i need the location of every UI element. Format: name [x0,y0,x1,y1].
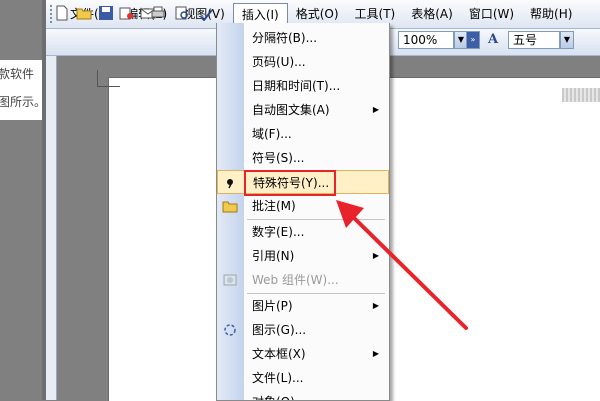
toolbar-options-icon[interactable]: » [466,31,480,49]
menu-item-break[interactable]: 分隔符(B)... [217,26,389,50]
menu-item-object[interactable]: 对象(O)... [217,390,389,400]
zoom-combobox[interactable]: 100% [398,31,454,49]
page-margin-mark [97,70,98,87]
menu-item-date-time[interactable]: 日期和时间(T)... [217,74,389,98]
spelling-icon[interactable] [198,5,214,21]
submenu-arrow-icon: ▶ [372,105,379,114]
menu-item-label: 文件(L)... [252,371,304,385]
vertical-ruler [46,56,57,400]
page-texture [562,88,600,102]
menu-window[interactable]: 窗口(W) [461,3,522,25]
menu-item-file[interactable]: 文件(L)... [217,366,389,390]
menu-item-label: Web 组件(W)... [252,273,339,287]
menu-item-label: 引用(N) [252,249,295,263]
special-symbol-icon [227,179,233,189]
menu-item-page-numbers[interactable]: 页码(U)... [217,50,389,74]
font-style-icon[interactable]: A [488,32,498,47]
open-folder-icon[interactable] [76,5,92,21]
permission-icon[interactable] [118,5,134,21]
annotation-arrow-icon [336,200,468,330]
menu-item-label: 对象(O)... [252,390,306,400]
page-margin-mark [98,86,120,87]
submenu-arrow-icon: ▶ [372,349,379,358]
menu-item-autotext[interactable]: 自动图文集(A) ▶ [217,98,389,122]
watermark-logo: Bai 经验 [440,342,531,367]
web-component-icon [223,274,237,286]
font-size-combobox[interactable]: 五号 [508,31,560,49]
menu-item-label: 图示(G)... [252,323,307,337]
residue-line: 款软件 [0,67,35,81]
menu-item-label: 自动图文集(A) [252,103,330,117]
residue-line: 图所示。 [0,95,42,109]
comment-folder-icon [222,201,238,213]
menu-item-label: 域(F)... [252,127,292,141]
menu-item-label: 日期和时间(T)... [252,79,341,93]
menu-item-label: 符号(S)... [252,151,305,165]
menu-item-label: 数字(E)... [252,225,305,239]
menu-item-field[interactable]: 域(F)... [217,122,389,146]
print-icon[interactable] [150,5,166,21]
menu-item-label: 分隔符(B)... [252,31,318,45]
menu-help[interactable]: 帮助(H) [522,3,580,25]
menu-item-label: 图片(P) [252,299,293,313]
watermark-url: jingyan.baidu.com [470,370,563,381]
print-preview-icon[interactable] [174,5,190,21]
diagram-icon [224,324,236,336]
save-icon[interactable] [98,5,114,21]
font-size-dropdown-button[interactable]: ▼ [560,31,574,49]
menu-item-symbol[interactable]: 符号(S)... [217,146,389,170]
menu-item-label: 页码(U)... [252,55,306,69]
menu-item-label: 文本框(X) [252,347,306,361]
annotation-highlight-box [244,170,336,196]
menu-item-textbox[interactable]: 文本框(X) ▶ [217,342,389,366]
menu-table[interactable]: 表格(A) [403,3,461,25]
new-document-icon[interactable] [54,5,70,21]
menu-format[interactable]: 格式(O) [288,3,347,25]
previous-page-text: 款软件 图所示。 [0,60,42,120]
menu-tools[interactable]: 工具(T) [347,3,404,25]
menu-item-label: 批注(M) [252,199,296,213]
